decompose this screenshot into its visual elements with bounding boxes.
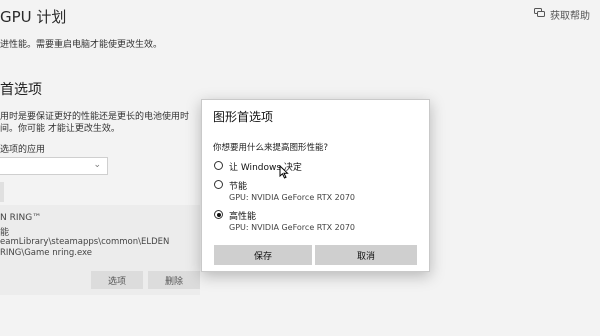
radio-power-saving[interactable] — [214, 180, 223, 189]
dialog-question: 你想要用什么来提高图形性能? — [213, 143, 329, 153]
apps-select-label: 选项的应用 — [0, 145, 46, 155]
mouse-cursor-icon — [279, 164, 289, 182]
app-type-select[interactable]: ⌄ — [0, 157, 108, 175]
app-name: N RING™ — [0, 213, 42, 223]
get-help-label: 获取帮助 — [550, 11, 590, 22]
chevron-down-icon: ⌄ — [93, 160, 101, 170]
get-help-link[interactable]: 获取帮助 — [534, 7, 590, 22]
option-label-power-saving[interactable]: 节能 — [229, 179, 247, 192]
chat-help-icon — [534, 8, 545, 21]
browse-button[interactable] — [0, 182, 4, 202]
option-sub-power-saving: GPU: NVIDIA GeForce RTX 2070 — [229, 193, 356, 202]
cancel-button[interactable]: 取消 — [315, 245, 417, 265]
section-title: 首选项 — [0, 82, 42, 98]
options-button[interactable]: 选项 — [91, 271, 143, 289]
page-description: 进性能。需要重启电脑才能使更改生效。 — [0, 40, 163, 50]
delete-button[interactable]: 删除 — [148, 271, 200, 289]
app-path: eamLibrary\steamapps\common\ELDEN RING\G… — [0, 237, 170, 258]
option-sub-high-performance: GPU: NVIDIA GeForce RTX 2070 — [229, 223, 356, 232]
section-description: 用时是要保证更好的性能还是更长的电池使用时间。你可能 才能让更改生效。 — [0, 112, 190, 134]
dialog-title: 图形首选项 — [213, 110, 274, 124]
option-label-let-windows-decide[interactable]: 让 Windows 决定 — [229, 160, 302, 173]
page-title: GPU 计划 — [0, 8, 67, 26]
radio-let-windows-decide[interactable] — [214, 161, 223, 170]
option-label-high-performance[interactable]: 高性能 — [229, 209, 256, 222]
save-button[interactable]: 保存 — [214, 245, 312, 265]
radio-high-performance[interactable] — [214, 210, 223, 219]
